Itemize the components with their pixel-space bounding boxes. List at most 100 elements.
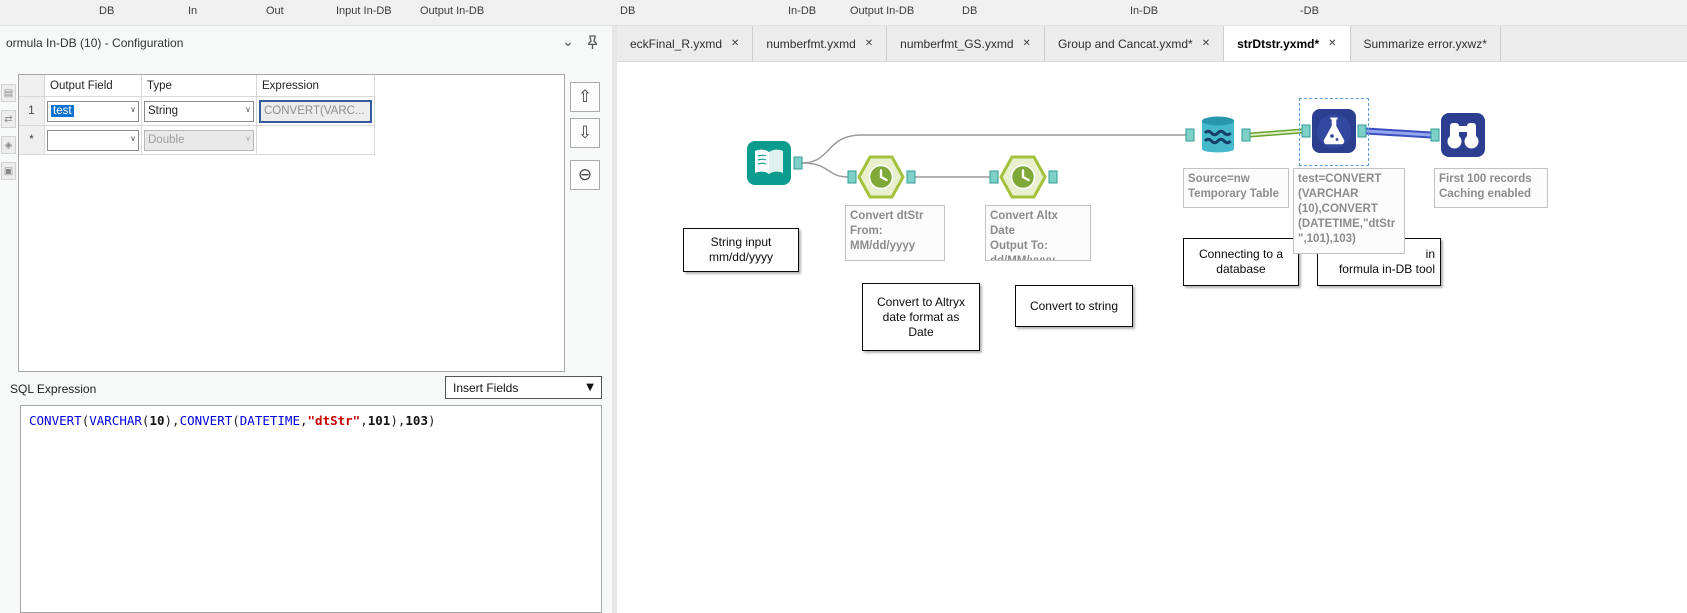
input-anchor-stream[interactable]	[1185, 128, 1195, 142]
tab-label: numberfmt_GS.yxmd	[900, 36, 1014, 51]
toolbar-label-indb[interactable]: In-DB	[788, 5, 816, 17]
tab-label: eckFinal_R.yxmd	[630, 36, 723, 51]
toolbar-label-out[interactable]: Out	[266, 5, 284, 17]
delete-row-button[interactable]: ⊖	[570, 160, 600, 190]
panel-side-icon-3[interactable]: ◈	[1, 136, 16, 154]
comment-convert-altryx[interactable]: Convert to Altryx date format as Date	[862, 283, 980, 351]
toolbar-label-db-4[interactable]: -DB	[1300, 5, 1319, 17]
chevron-down-icon: ∨	[245, 133, 251, 143]
type-value: Double	[148, 134, 185, 146]
output-field-cell: ∨	[45, 126, 142, 155]
chevron-down-icon[interactable]: ⌄	[558, 33, 578, 51]
annotation-stream-in[interactable]: Source=nw Temporary Table	[1183, 168, 1289, 208]
browse-in-db-tool[interactable]	[1440, 112, 1486, 163]
chevron-down-icon[interactable]: ∨	[245, 105, 251, 114]
comment-string-input[interactable]: String input mm/dd/yyyy	[683, 228, 799, 272]
data-stream-in-icon	[1202, 116, 1234, 153]
type-combobox-disabled: Double ∨	[144, 129, 254, 151]
chevron-down-icon[interactable]: ∨	[130, 105, 136, 114]
grid-corner	[19, 75, 45, 97]
output-field-combobox[interactable]: ∨	[47, 129, 139, 151]
toolbar-strip: DB In Out Input In-DB Output In-DB DB In…	[0, 0, 1687, 26]
panel-side-icon-2[interactable]: ⇄	[1, 110, 16, 128]
toolbar-label-indb-2[interactable]: In-DB	[1130, 5, 1158, 17]
toolbar-label-db-3[interactable]: DB	[962, 5, 977, 17]
config-panel: ormula In-DB (10) - Configuration ⌄ ▤ ⇄ …	[0, 26, 612, 613]
move-up-button[interactable]: ⇧	[570, 82, 600, 112]
tab-label: numberfmt.yxmd	[766, 36, 856, 51]
input-data-tool[interactable]	[746, 140, 792, 191]
grid-header-expression: Expression	[257, 75, 375, 97]
row-number: *	[19, 126, 45, 155]
insert-fields-label: Insert Fields	[453, 380, 519, 395]
annotation-datetime2[interactable]: Convert Altx Date Output To: dd/MM/yyyy	[985, 205, 1091, 261]
input-anchor-browse[interactable]	[1430, 128, 1440, 142]
output-anchor-datetime2[interactable]	[1048, 170, 1058, 184]
sql-expression-editor[interactable]: CONVERT(VARCHAR(10),CONVERT(DATETIME,"dt…	[20, 405, 602, 613]
output-anchor-datetime1[interactable]	[906, 170, 916, 184]
close-icon[interactable]: ✕	[1328, 38, 1336, 49]
row-number: 1	[19, 97, 45, 126]
comment-convert-string[interactable]: Convert to string	[1015, 285, 1133, 327]
input-data-icon	[747, 141, 791, 185]
toolbar-label-input-indb[interactable]: Input In-DB	[336, 5, 392, 17]
tab-group-and-cancat[interactable]: Group and Cancat.yxmd* ✕	[1044, 26, 1225, 61]
browse-in-db-icon	[1441, 113, 1485, 157]
tab-label: Group and Cancat.yxmd*	[1057, 36, 1193, 51]
tab-summarize-error[interactable]: Summarize error.yxwz*	[1350, 26, 1501, 61]
type-value: String	[148, 105, 179, 117]
field-value-selected: test	[51, 105, 74, 117]
workflow-canvas[interactable]: String input mm/dd/yyyy Convert to Altry…	[617, 62, 1687, 613]
toolbar-label-db-2[interactable]: DB	[620, 5, 635, 17]
grid-header-type: Type	[142, 75, 257, 97]
connection-input-to-datetime1[interactable]	[801, 162, 849, 178]
comment-connecting-db[interactable]: Connecting to a database	[1183, 238, 1299, 286]
output-anchor-input[interactable]	[793, 156, 803, 170]
chevron-down-icon[interactable]: ∨	[130, 134, 136, 143]
tab-label: Summarize error.yxwz*	[1363, 36, 1487, 51]
expression-value[interactable]: CONVERT(VARC...	[259, 99, 372, 123]
toolbar-label-in[interactable]: In	[188, 5, 197, 17]
type-combobox[interactable]: String ∨	[144, 100, 254, 122]
output-field-cell: test ∨	[45, 97, 142, 126]
datetime-icon	[999, 155, 1047, 199]
panel-side-icon-4[interactable]: ▣	[1, 162, 16, 180]
input-anchor-datetime2[interactable]	[989, 170, 999, 184]
alteryx-designer-window: DB In Out Input In-DB Output In-DB DB In…	[0, 0, 1687, 613]
toolbar-label-output-indb-2[interactable]: Output In-DB	[850, 5, 914, 17]
data-stream-in-tool[interactable]	[1195, 112, 1241, 163]
datetime-tool-1[interactable]	[856, 154, 906, 205]
move-down-button[interactable]: ⇩	[570, 118, 600, 148]
grid-header-output-field: Output Field	[45, 75, 142, 97]
tab-strdtstr-active[interactable]: strDtstr.yxmd* ✕	[1224, 26, 1351, 61]
annotation-formula[interactable]: test=CONVERT (VARCHAR (10),CONVERT (DATE…	[1293, 168, 1405, 254]
close-icon[interactable]: ✕	[865, 38, 873, 49]
toolbar-label-output-indb[interactable]: Output In-DB	[420, 5, 484, 17]
tab-numberfmt-gs[interactable]: numberfmt_GS.yxmd ✕	[887, 26, 1045, 61]
datetime-tool-2[interactable]	[998, 154, 1048, 205]
config-panel-title: ormula In-DB (10) - Configuration	[6, 36, 184, 50]
panel-side-icon-1[interactable]: ▤	[1, 84, 16, 102]
output-field-combobox[interactable]: test ∨	[47, 100, 139, 122]
close-icon[interactable]: ✕	[1023, 38, 1031, 49]
sql-expression-label: SQL Expression	[10, 382, 97, 396]
formula-in-db-icon	[1312, 109, 1356, 153]
annotation-browse[interactable]: First 100 records Caching enabled	[1434, 168, 1548, 208]
expression-cell[interactable]	[257, 126, 375, 155]
pin-icon[interactable]	[582, 33, 602, 51]
type-cell: String ∨	[142, 97, 257, 126]
sql-expression-text: CONVERT(VARCHAR(10),CONVERT(DATETIME,"dt…	[29, 413, 436, 428]
output-fields-grid: Output Field Type Expression 1 test ∨ St…	[18, 74, 565, 372]
insert-fields-dropdown[interactable]: Insert Fields ▼	[445, 376, 602, 399]
annotation-datetime1[interactable]: Convert dtStr From: MM/dd/yyyy	[845, 205, 945, 261]
formula-in-db-tool[interactable]	[1311, 108, 1357, 159]
document-tabs: eckFinal_R.yxmd ✕ numberfmt.yxmd ✕ numbe…	[617, 26, 1687, 62]
tab-numberfmt[interactable]: numberfmt.yxmd ✕	[753, 26, 888, 61]
input-anchor-datetime1[interactable]	[847, 170, 857, 184]
tab-label: strDtstr.yxmd*	[1237, 36, 1320, 51]
output-anchor-stream[interactable]	[1241, 128, 1251, 142]
close-icon[interactable]: ✕	[731, 38, 739, 49]
tab-checkfinal[interactable]: eckFinal_R.yxmd ✕	[617, 26, 754, 61]
close-icon[interactable]: ✕	[1202, 38, 1210, 49]
toolbar-label-db[interactable]: DB	[99, 5, 114, 17]
